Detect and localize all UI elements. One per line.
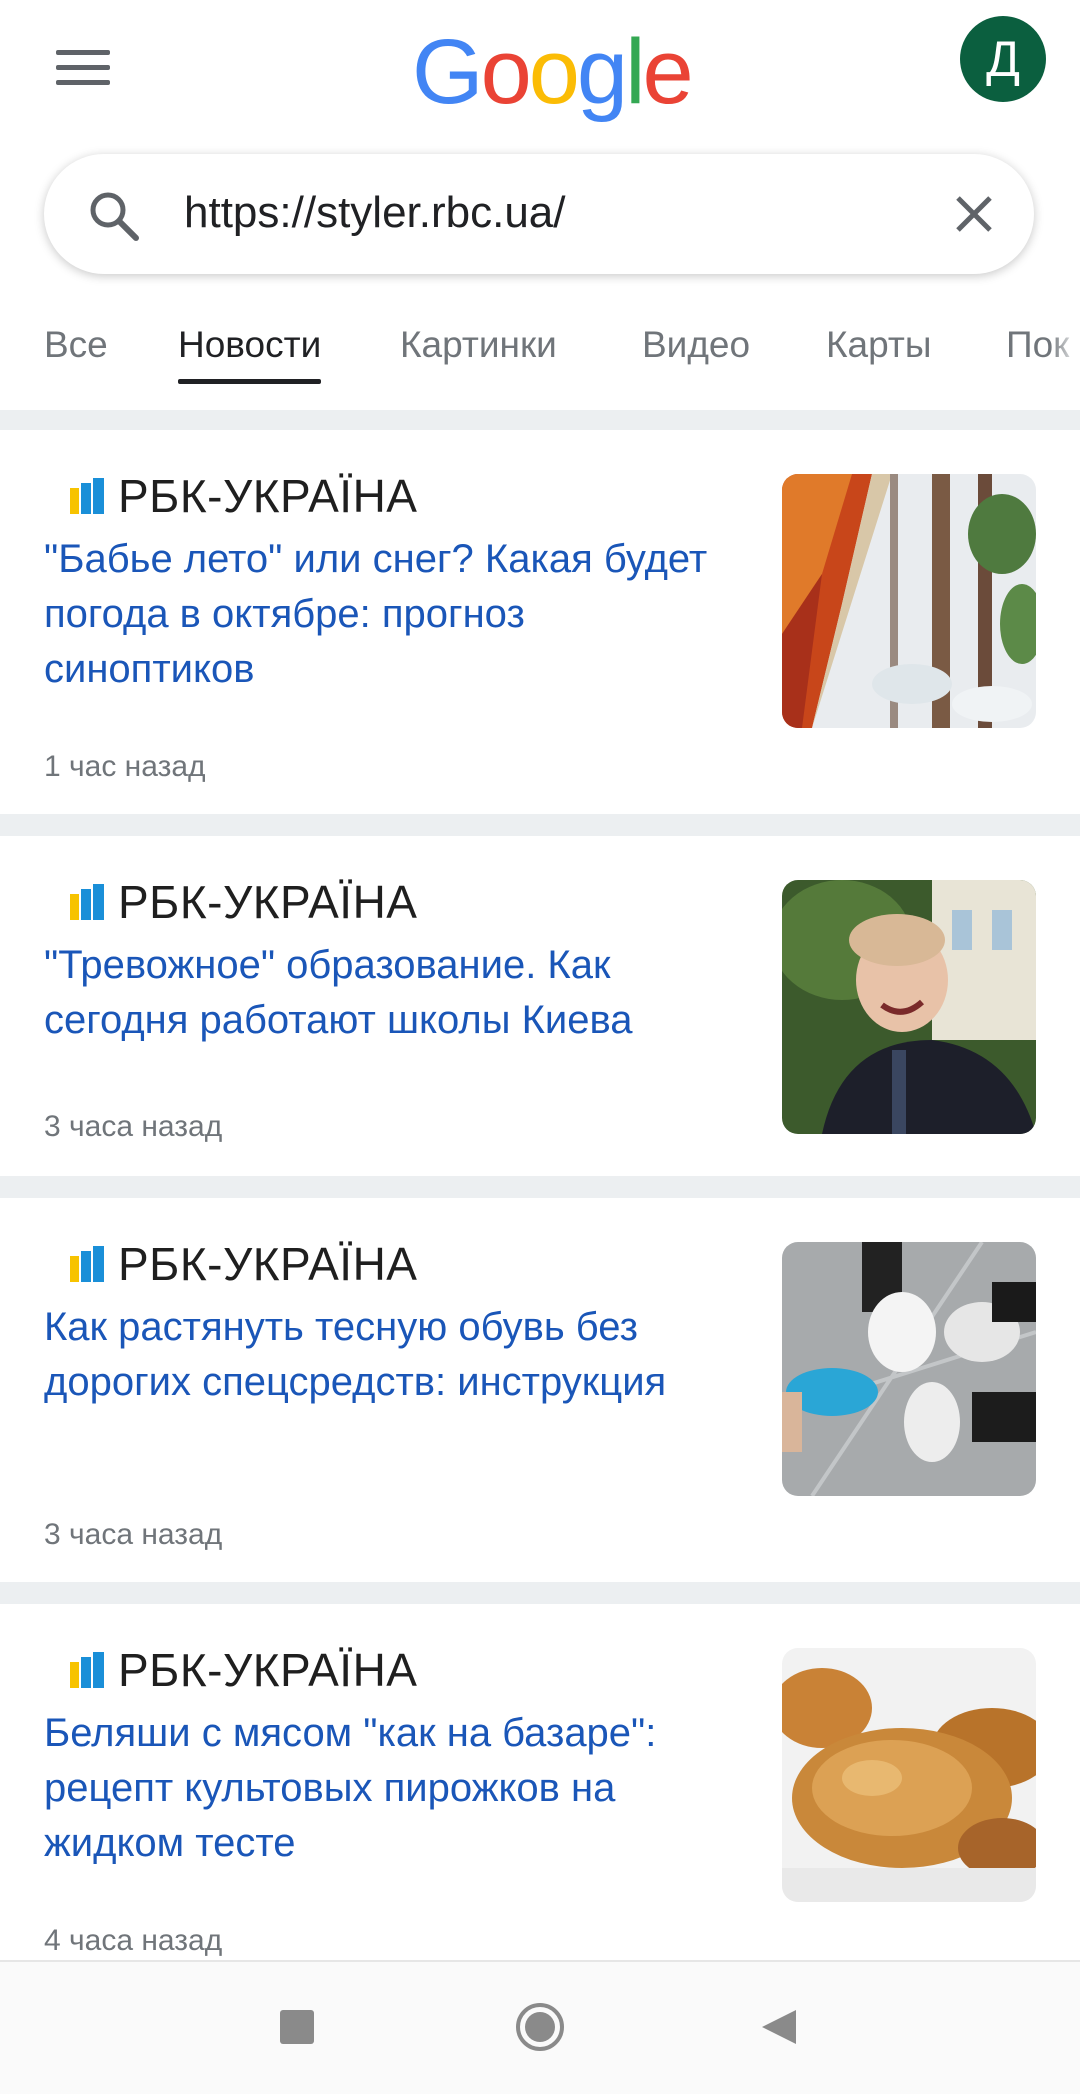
news-time: 4 часа назад: [44, 1924, 223, 1957]
back-triangle-icon[interactable]: [760, 2008, 798, 2046]
logo-letter: o: [528, 21, 580, 123]
rbc-logo-icon: [70, 478, 104, 514]
news-time: 1 час назад: [44, 750, 206, 783]
source-name: РБК-УКРАЇНА: [118, 1238, 418, 1290]
system-navigation-bar: [0, 1960, 1080, 2094]
news-thumbnail[interactable]: [782, 1242, 1036, 1496]
search-box[interactable]: [44, 154, 1034, 274]
news-card[interactable]: РБК-УКРАЇНА Беляши с мясом "как на базар…: [0, 1604, 1080, 1960]
rbc-logo-icon: [70, 1652, 104, 1688]
google-logo[interactable]: Google: [412, 21, 694, 123]
source-name: РБК-УКРАЇНА: [118, 876, 418, 928]
tab-news[interactable]: Новости: [178, 324, 322, 384]
app-header: Google Д Все Новости Картинки Видео Карт…: [0, 0, 1080, 410]
tab-images[interactable]: Картинки: [400, 324, 557, 384]
news-thumbnail[interactable]: [782, 880, 1036, 1134]
logo-letter: g: [576, 21, 628, 123]
search-tabs: Все Новости Картинки Видео Карты Пок: [0, 318, 1080, 408]
account-avatar[interactable]: Д: [960, 16, 1046, 102]
news-title[interactable]: "Бабье лето" или снег? Какая будет погод…: [44, 532, 734, 697]
news-card[interactable]: РБК-УКРАЇНА "Бабье лето" или снег? Какая…: [0, 430, 1080, 814]
rbc-logo-icon: [70, 1246, 104, 1282]
news-title[interactable]: "Тревожное" образование. Как сегодня раб…: [44, 938, 734, 1048]
news-card[interactable]: РБК-УКРАЇНА Как растянуть тесную обувь б…: [0, 1198, 1080, 1582]
search-input[interactable]: [184, 180, 944, 246]
tab-maps[interactable]: Карты: [826, 324, 931, 384]
logo-letter: l: [625, 21, 646, 123]
logo-letter: e: [642, 21, 694, 123]
home-circle-icon[interactable]: [515, 2002, 565, 2052]
recents-square-icon[interactable]: [280, 2010, 314, 2044]
news-feed: РБК-УКРАЇНА "Бабье лето" или снег? Какая…: [0, 410, 1080, 1960]
tab-all[interactable]: Все: [44, 324, 108, 384]
news-thumbnail[interactable]: [782, 474, 1036, 728]
tab-video[interactable]: Видео: [642, 324, 750, 384]
hamburger-icon[interactable]: [56, 48, 112, 88]
news-title[interactable]: Беляши с мясом "как на базаре": рецепт к…: [44, 1706, 734, 1871]
logo-letter: G: [412, 21, 484, 123]
news-time: 3 часа назад: [44, 1110, 223, 1143]
tabs-fade: [1050, 318, 1080, 408]
logo-letter: o: [480, 21, 532, 123]
search-icon[interactable]: [84, 186, 144, 246]
close-icon[interactable]: [946, 186, 1002, 242]
news-time: 3 часа назад: [44, 1518, 223, 1551]
source-name: РБК-УКРАЇНА: [118, 470, 418, 522]
news-card[interactable]: РБК-УКРАЇНА "Тревожное" образование. Как…: [0, 836, 1080, 1176]
news-thumbnail[interactable]: [782, 1648, 1036, 1902]
news-title[interactable]: Как растянуть тесную обувь без дорогих с…: [44, 1300, 734, 1410]
rbc-logo-icon: [70, 884, 104, 920]
source-name: РБК-УКРАЇНА: [118, 1644, 418, 1696]
